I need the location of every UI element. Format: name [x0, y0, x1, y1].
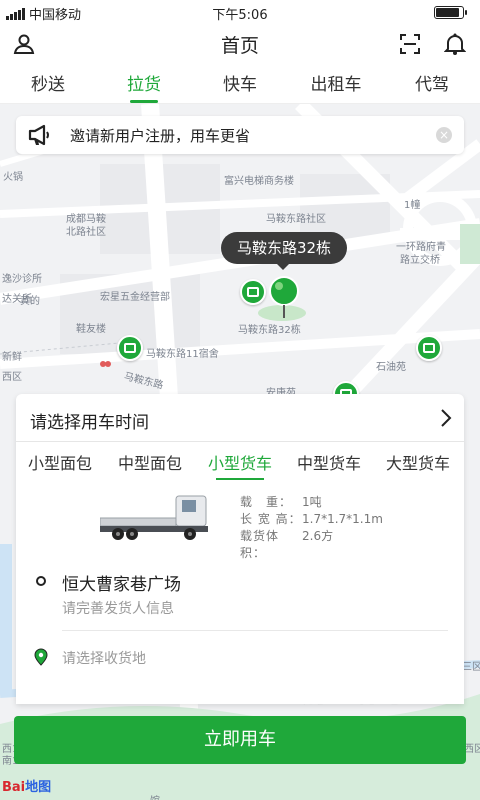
spec-value: 1吨 [302, 495, 322, 509]
vehicle-type-small-truck[interactable]: 小型货车 [208, 450, 272, 480]
vehicle-marker[interactable] [416, 335, 442, 361]
map-label: 路立交桥 [400, 255, 440, 266]
map-label: 马鞍东路社区 [266, 214, 326, 225]
map-label: 逸沙诊所 [2, 274, 42, 285]
spec-key: 长 宽 高： [240, 512, 302, 526]
tab-chuzuche[interactable]: 出租车 [288, 64, 384, 103]
bell-icon[interactable] [441, 30, 469, 58]
spec-value: 2.6方 [302, 529, 334, 543]
map-label: 新鲜 [2, 352, 22, 363]
provider-text: Bai [2, 780, 26, 795]
vehicle-marker[interactable] [240, 279, 266, 305]
map-label: 北路社区 [66, 227, 106, 238]
clock: 下午5:06 [212, 8, 268, 23]
dropoff-pin-icon [34, 648, 48, 666]
chevron-right-icon [441, 409, 452, 427]
service-tabs: 秒送 拉货 快车 出租车 代驾 [0, 64, 480, 104]
map-label: 火锅 [3, 172, 23, 183]
location-tooltip[interactable]: 马鞍东路32栋 [221, 232, 347, 270]
provider-text: 地图 [25, 780, 52, 795]
map-label: 馆 [150, 792, 160, 800]
tab-lahuo[interactable]: 拉货 [96, 64, 192, 103]
vehicle-type-tabs: 小型面包 中型面包 小型货车 中型货车 大型货车 [16, 450, 464, 480]
vehicle-type-large-truck[interactable]: 大型货车 [386, 450, 450, 474]
megaphone-icon [28, 124, 49, 146]
time-select-label: 请选择用车时间 [30, 413, 149, 433]
vehicle-type-mid-van[interactable]: 中型面包 [118, 450, 182, 474]
status-bar: 中国移动 下午5:06 [0, 0, 480, 24]
divider [62, 630, 448, 631]
tab-kuaiche[interactable]: 快车 [192, 64, 288, 103]
tab-miaosong[interactable]: 秒送 [0, 64, 96, 103]
battery-icon [434, 6, 467, 19]
location-pin-icon [269, 276, 299, 318]
map-provider-logo: Bai地图 [2, 776, 51, 795]
vehicle-type-small-van[interactable]: 小型面包 [28, 450, 92, 474]
vehicle-marker[interactable] [117, 335, 143, 361]
banner-text: 邀请新用户注册，用车更省 [70, 127, 251, 145]
map-label: 西区 [2, 372, 22, 383]
map-label: 鞋友楼 [76, 324, 106, 335]
app-header: 首页 [0, 24, 480, 64]
map-label: 黄的 [20, 296, 40, 307]
map-label: 西区 [464, 744, 480, 755]
invite-banner[interactable]: 邀请新用户注册，用车更省 × [16, 116, 464, 154]
map-label: 富兴电梯商务楼 [224, 176, 294, 187]
map-label: 石油苑 [376, 362, 406, 373]
map-label: 三区 [462, 662, 480, 673]
tab-daijia[interactable]: 代驾 [384, 64, 480, 103]
dropoff-input[interactable]: 请选择收货地 [62, 648, 146, 668]
book-now-button[interactable]: 立即用车 [14, 716, 466, 764]
spec-key: 载货体积： [240, 529, 280, 560]
time-select-row[interactable]: 请选择用车时间 [16, 394, 464, 442]
map-label: 马鞍东路11宿舍 [146, 349, 219, 360]
pickup-address[interactable]: 恒大曹家巷广场 [62, 570, 181, 595]
pickup-sender-info[interactable]: 请完善发货人信息 [62, 598, 174, 618]
pickup-dot-icon [36, 576, 46, 586]
spec-value: 1.7*1.7*1.1m [302, 512, 383, 526]
map-label: 马鞍东路32栋 [238, 325, 301, 336]
map-label: 宏星五金经营部 [100, 292, 170, 303]
scan-icon[interactable] [396, 30, 424, 58]
spec-key: 载 重： [240, 495, 293, 509]
close-icon[interactable]: × [436, 127, 452, 143]
truck-image [100, 495, 208, 540]
vehicle-specs: 载 重： 1吨 长 宽 高： 1.7*1.7*1.1m 载货体积： 2.6方 [240, 494, 383, 562]
order-card: 请选择用车时间 小型面包 中型面包 小型货车 中型货车 大型货车 载 重： 1吨 … [16, 394, 464, 704]
vehicle-type-mid-truck[interactable]: 中型货车 [297, 450, 361, 474]
map-label: 1幢 [404, 200, 421, 211]
